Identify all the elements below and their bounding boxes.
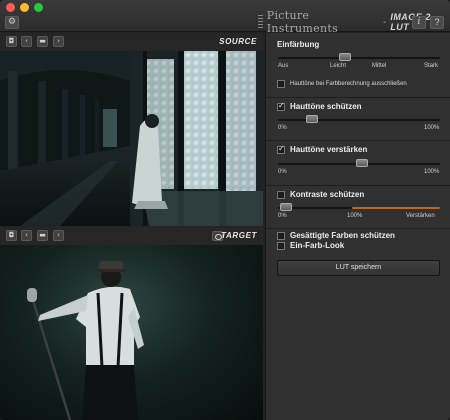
- tint-label-strong: Stark: [424, 63, 439, 69]
- enhance-skin-label: Hauttöne verstärken: [290, 145, 368, 154]
- target-image[interactable]: [0, 245, 263, 420]
- app-name: Picture Instruments: [266, 9, 339, 35]
- settings-gear-icon[interactable]: ⚙: [5, 16, 19, 29]
- tint-slider-thumb[interactable]: [339, 53, 351, 61]
- protect-contrast-label: Kontraste schützen: [290, 190, 365, 199]
- app-window: ⚙ Picture Instruments - IMAGE 2 LUT i ? …: [0, 0, 450, 420]
- target-label: TARGET: [221, 231, 257, 240]
- target-next-icon[interactable]: ›: [53, 230, 64, 241]
- zoom-window-button[interactable]: [34, 3, 43, 12]
- exclude-skin-label: Hauttöne bei Farbberechnung ausschließen: [290, 81, 407, 87]
- contrast-label-enhance: Verstärken: [406, 213, 435, 219]
- source-image[interactable]: [0, 51, 263, 226]
- source-next-icon[interactable]: ›: [53, 36, 64, 47]
- contrast-label-100: 100%: [347, 213, 363, 219]
- protect-contrast-checkbox[interactable]: [277, 191, 285, 199]
- protect-contrast-slider-thumb[interactable]: [280, 203, 292, 211]
- enhance-skin-min: 0%: [278, 169, 287, 175]
- target-photo-illustration: [27, 261, 144, 420]
- title-grip-icon: [258, 15, 263, 29]
- target-prev-icon[interactable]: ‹: [21, 230, 32, 241]
- target-camera-icon[interactable]: ◘: [6, 230, 17, 241]
- enhance-skin-checkbox[interactable]: [277, 144, 285, 154]
- source-toolbar: ◘ ‹ ▬ › SOURCE: [0, 33, 263, 51]
- target-toolbar: ◘ ‹ ▬ › TARGET: [0, 227, 263, 245]
- tint-slider-track[interactable]: [278, 57, 440, 59]
- exclude-skin-checkbox[interactable]: [277, 80, 285, 88]
- contrast-enhance-range: [352, 207, 440, 209]
- help-button[interactable]: ?: [430, 16, 444, 29]
- protect-saturated-checkbox[interactable]: [277, 232, 285, 240]
- mono-look-label: Ein-Farb-Look: [290, 241, 345, 250]
- enhance-skin-section: Hauttöne verstärken 0% 100%: [266, 141, 450, 186]
- extra-options-section: Gesättigte Farben schützen Ein-Farb-Look: [266, 229, 450, 254]
- title-bar: ⚙ Picture Instruments - IMAGE 2 LUT i ?: [0, 0, 450, 35]
- tint-label-off: Aus: [278, 63, 289, 69]
- source-camera-icon[interactable]: ◘: [6, 36, 17, 47]
- close-window-button[interactable]: [6, 3, 15, 12]
- protect-skin-slider-track[interactable]: [278, 119, 440, 121]
- save-lut-button[interactable]: LUT speichern: [277, 260, 440, 276]
- protect-skin-max: 100%: [424, 125, 440, 131]
- mono-look-checkbox[interactable]: [277, 242, 285, 250]
- contrast-label-0: 0%: [278, 213, 287, 219]
- protect-skin-slider-thumb[interactable]: [306, 115, 318, 123]
- info-button[interactable]: i: [412, 16, 426, 29]
- protect-contrast-section: Kontraste schützen 0% 100% Verstärken: [266, 186, 450, 229]
- settings-panel: Einfärbung Aus Leicht Mittel Stark Hautt…: [265, 33, 450, 420]
- tint-label-medium: Mittel: [372, 63, 387, 69]
- tint-title: Einfärbung: [277, 40, 320, 49]
- protect-skin-checkbox[interactable]: [277, 101, 285, 111]
- source-photo-illustration: [0, 51, 263, 226]
- protect-saturated-label: Gesättigte Farben schützen: [290, 231, 395, 240]
- source-folder-icon[interactable]: ▬: [37, 36, 48, 47]
- tint-section: Einfärbung Aus Leicht Mittel Stark Hautt…: [266, 33, 450, 98]
- minimize-window-button[interactable]: [20, 3, 29, 12]
- enhance-skin-max: 100%: [424, 169, 440, 175]
- source-label: SOURCE: [219, 37, 257, 46]
- target-folder-icon[interactable]: ▬: [37, 230, 48, 241]
- source-prev-icon[interactable]: ‹: [21, 36, 32, 47]
- enhance-skin-slider-thumb[interactable]: [356, 159, 368, 167]
- protect-skin-section: Hauttöne schützen 0% 100%: [266, 98, 450, 141]
- protect-skin-min: 0%: [278, 125, 287, 131]
- title-separator: -: [382, 16, 387, 28]
- tint-label-light: Leicht: [330, 63, 347, 69]
- protect-skin-label: Hauttöne schützen: [290, 102, 362, 111]
